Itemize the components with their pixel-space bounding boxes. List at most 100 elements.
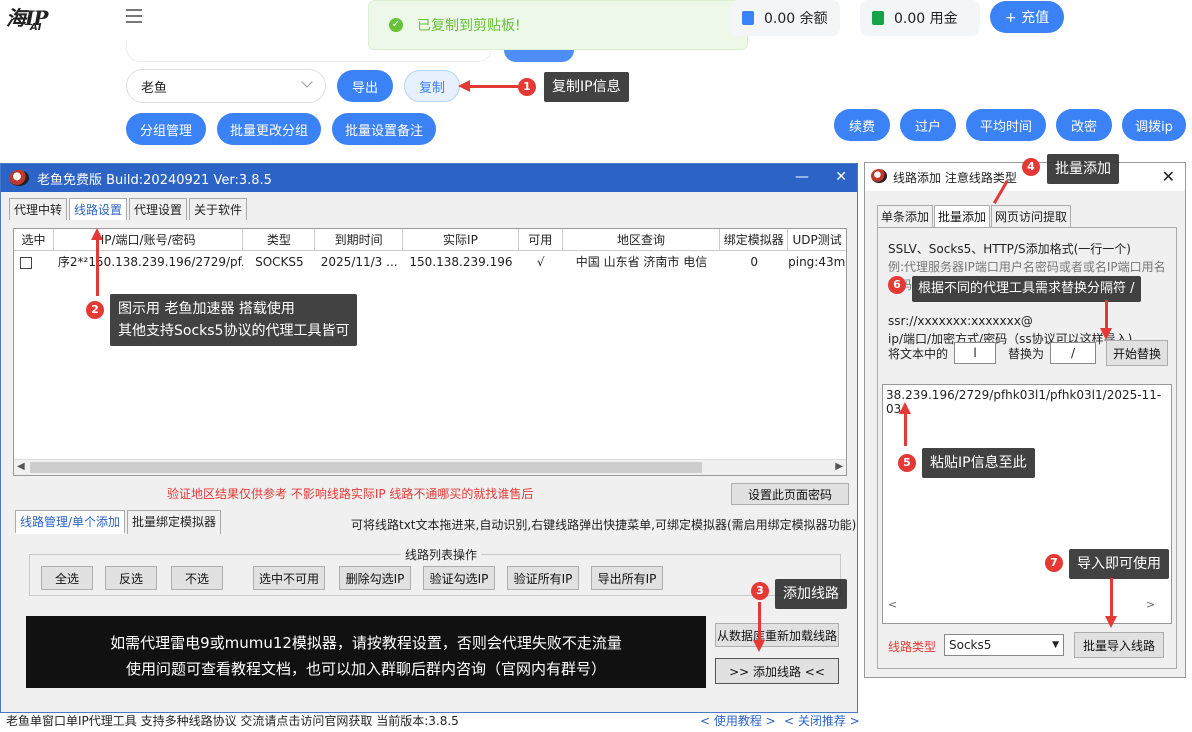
col-type[interactable]: 类型	[243, 229, 316, 250]
average-time-button[interactable]: 平均时间	[966, 109, 1046, 141]
scrollbar-thumb[interactable]	[30, 462, 702, 473]
format-line-1: SSLV、Socks5、HTTP/S添加格式(一行一个)	[888, 242, 1131, 256]
col-emulator[interactable]: 绑定模拟器	[720, 229, 789, 250]
annotation-5-arrow	[904, 412, 907, 446]
dialog-close-button[interactable]: ✕	[1162, 167, 1175, 186]
replace-to-input[interactable]: /	[1050, 342, 1096, 364]
add-line-dialog: 线路添加 注意线路类型 ✕ 单条添加 批量添加 网页访问提取 SSLV、Sock…	[864, 162, 1186, 678]
col-udp[interactable]: UDP测试	[788, 229, 846, 250]
tutorial-link[interactable]: < 使用教程 >	[700, 712, 776, 729]
batch-group-button[interactable]: 批量更改分组	[217, 113, 321, 145]
app-fish-logo-icon	[9, 170, 29, 186]
delete-selected-ip-button[interactable]: 删除勾选IP	[339, 566, 411, 590]
batch-note-button[interactable]: 批量设置备注	[332, 113, 436, 145]
replace-as-label: 替换为	[1008, 347, 1045, 361]
col-select[interactable]: 选中	[14, 229, 54, 250]
row-ip-cell: 序2*²150.138.239.196/2729/pf...	[54, 251, 244, 273]
notice-line-1: 如需代理雷电9或mumu12模拟器，请按教程设置，否则会代理失败不走流量	[110, 634, 622, 652]
table-row[interactable]: 序2*²150.138.239.196/2729/pf... SOCKS5 20…	[14, 251, 846, 273]
status-bar: 老鱼单窗口单IP代理工具 支持多种线路协议 交流请点击访问官网获取 当前版本:3…	[0, 710, 860, 732]
verify-all-ip-button[interactable]: 验证所有IP	[507, 566, 579, 590]
batch-import-button[interactable]: 批量导入线路	[1074, 632, 1164, 658]
annotation-4-badge: 4	[1022, 158, 1040, 176]
select-none-button[interactable]: 不选	[171, 566, 223, 590]
chevron-down-icon	[301, 76, 313, 88]
select-all-button[interactable]: 全选	[41, 566, 93, 590]
scroll-left-icon[interactable]: ◀	[17, 461, 25, 472]
batch-text-area[interactable]: 38.239.196/2729/pfhk03l1/pfhk03l1/2025-1…	[882, 384, 1172, 624]
close-recommend-link[interactable]: < 关闭推荐 >	[784, 712, 860, 729]
row-checkbox[interactable]	[20, 256, 32, 269]
dropdown-arrow-icon: ▼	[1052, 640, 1059, 650]
tab-proxy-relay[interactable]: 代理中转	[9, 198, 68, 220]
replace-label: 将文本中的	[888, 347, 949, 361]
add-line-button[interactable]: >> 添加线路 <<	[715, 658, 839, 684]
annotation-5-arrowhead	[899, 402, 911, 414]
col-region[interactable]: 地区查询	[563, 229, 721, 250]
textarea-scroll-right-icon[interactable]: >	[1146, 598, 1155, 611]
batch-text-content: 38.239.196/2729/pfhk03l1/pfhk03l1/2025-1…	[886, 388, 1162, 416]
verify-selected-ip-button[interactable]: 验证勾选IP	[423, 566, 495, 590]
group-manage-button[interactable]: 分组管理	[126, 113, 206, 145]
annotation-2-line-2: 其他支持Socks5协议的代理工具皆可	[118, 323, 350, 339]
renew-button[interactable]: 续费	[834, 109, 890, 141]
export-all-ip-button[interactable]: 导出所有IP	[591, 566, 663, 590]
scroll-right-icon[interactable]: ▶	[835, 461, 843, 472]
annotation-3-arrowhead	[753, 640, 765, 652]
drag-hint: 可将线路txt文本拖进来,自动识别,右键线路弹出快捷菜单,可绑定模拟器(需启用绑…	[351, 518, 857, 532]
reload-from-db-button[interactable]: 从数据库重新加载线路	[715, 623, 839, 647]
commission-value: 0.00 用金	[894, 11, 958, 27]
annotation-2-callout: 图示用 老鱼加速器 搭载使用 其他支持Socks5协议的代理工具皆可	[110, 294, 358, 346]
tab-batch-add[interactable]: 批量添加	[934, 205, 991, 227]
region-warning: 验证地区结果仅供参考 不影响线路实际IP 线路不通哪买的就找谁售后	[167, 487, 534, 501]
dialog-tabs: 单条添加 批量添加 网页访问提取	[877, 205, 1072, 227]
row-seq: 序2*²	[57, 255, 89, 269]
start-replace-button[interactable]: 开始替换	[1106, 340, 1168, 366]
change-password-button[interactable]: 改密	[1056, 109, 1112, 141]
transfer-button[interactable]: 过户	[900, 109, 956, 141]
row-region: 中国 山东省 济南市 电信	[575, 255, 708, 269]
copy-button[interactable]: 复制	[404, 70, 460, 102]
annotation-3-callout: 添加线路	[775, 579, 847, 609]
tab-single-add[interactable]: 单条添加	[877, 205, 934, 227]
annotation-6-badge: 6	[888, 276, 906, 294]
col-available[interactable]: 可用	[519, 229, 563, 250]
app-logo-sub: AI	[30, 22, 42, 33]
col-ip[interactable]: IP/端口/账号/密码	[54, 229, 244, 250]
dialog-fish-icon	[871, 169, 887, 183]
line-ops-title: 线路列表操作	[401, 546, 482, 563]
annotation-7-arrow	[1110, 578, 1113, 618]
coin-icon	[742, 11, 754, 25]
annotation-7-badge: 7	[1045, 554, 1063, 572]
table-header: 选中 IP/端口/账号/密码 类型 到期时间 实际IP 可用 地区查询 绑定模拟…	[14, 229, 846, 251]
minimize-button[interactable]: —	[795, 169, 809, 185]
status-text: 老鱼单窗口单IP代理工具 支持多种线路协议 交流请点击访问官网获取 当前版本:3…	[6, 714, 459, 728]
tab-proxy-settings[interactable]: 代理设置	[129, 198, 188, 220]
transfer-ip-button[interactable]: 调拨ip	[1122, 109, 1186, 141]
close-button[interactable]: ✕	[835, 169, 847, 185]
col-expire[interactable]: 到期时间	[315, 229, 404, 250]
recharge-button[interactable]: + 充值	[990, 1, 1064, 33]
export-button[interactable]: 导出	[337, 70, 393, 102]
col-real-ip[interactable]: 实际IP	[403, 229, 519, 250]
table-horizontal-scrollbar[interactable]: ◀ ▶	[14, 459, 846, 475]
annotation-2-badge: 2	[86, 301, 104, 319]
textarea-scroll-left-icon[interactable]: <	[888, 598, 897, 611]
invert-select-button[interactable]: 反选	[105, 566, 157, 590]
row-available: √	[536, 255, 545, 269]
row-ip: 150.138.239.196/2729/pf...	[88, 255, 244, 269]
annotation-7-arrowhead	[1105, 616, 1117, 628]
line-type-select[interactable]: Socks5 ▼	[944, 634, 1064, 656]
menu-icon[interactable]	[126, 9, 142, 23]
tab-line-settings[interactable]: 线路设置	[69, 198, 128, 220]
tab-about[interactable]: 关于软件	[189, 198, 248, 220]
tab-web-extract[interactable]: 网页访问提取	[991, 205, 1072, 227]
tab-batch-emulator[interactable]: 批量绑定模拟器	[127, 510, 222, 534]
select-unavailable-button[interactable]: 选中不可用	[253, 566, 325, 590]
replace-from-input[interactable]: l	[954, 342, 996, 364]
set-page-password-button[interactable]: 设置此页面密码	[731, 483, 849, 505]
annotation-3-badge: 3	[751, 582, 769, 600]
copy-toast: ✓ 已复制到剪贴板!	[368, 0, 748, 50]
group-select[interactable]: 老鱼	[126, 69, 326, 103]
tab-line-manage[interactable]: 线路管理/单个添加	[15, 510, 126, 534]
